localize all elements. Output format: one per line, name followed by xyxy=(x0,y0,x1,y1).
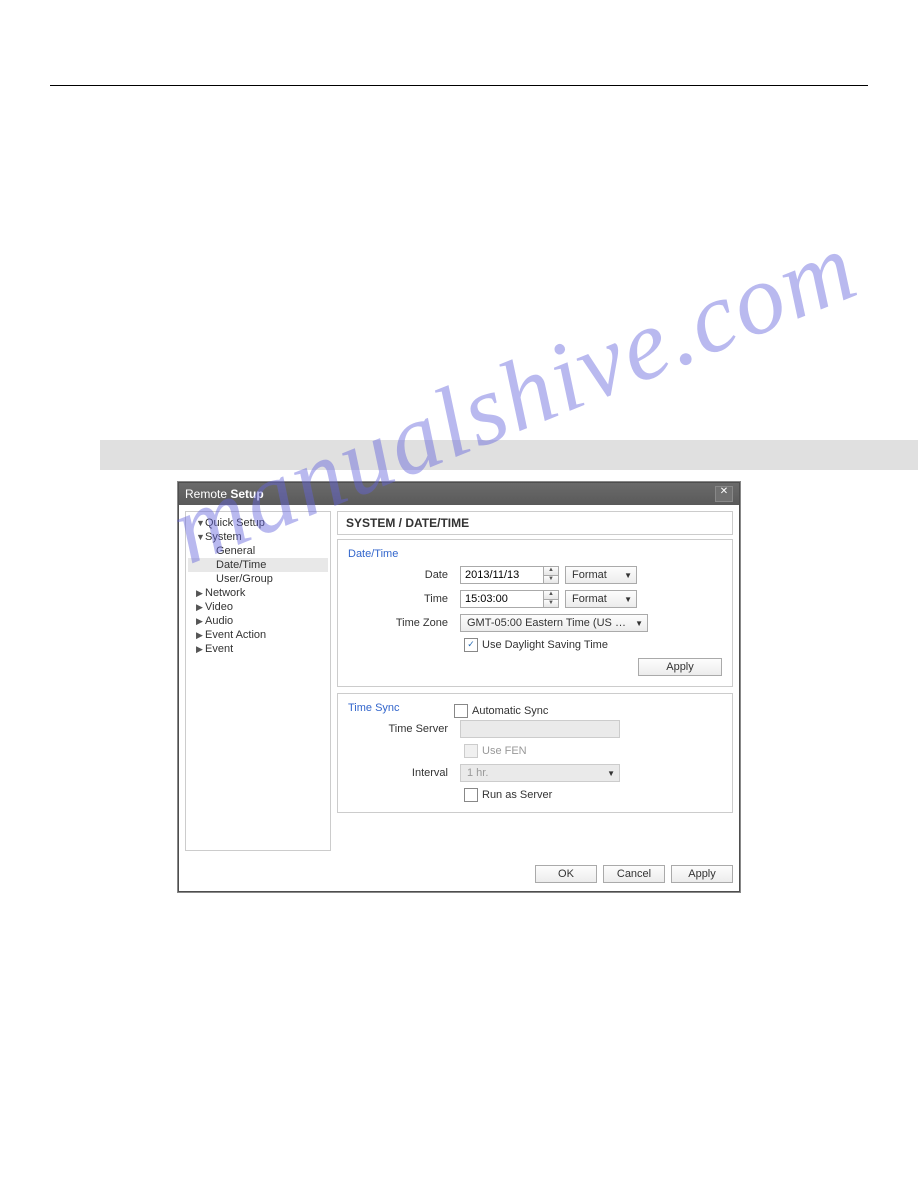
dialog-footer: OK Cancel Apply xyxy=(179,857,739,891)
dst-checkbox[interactable]: ✓ Use Daylight Saving Time xyxy=(464,638,608,652)
dialog-title: Remote Setup xyxy=(185,487,264,501)
titlebar: Remote Setup ✕ xyxy=(179,483,739,505)
sidebar-item-system[interactable]: ▼System xyxy=(188,530,328,544)
spin-up-icon[interactable]: ▲ xyxy=(544,591,558,600)
automatic-sync-checkbox[interactable]: Automatic Sync xyxy=(454,702,548,720)
sidebar-label: Event Action xyxy=(205,629,266,641)
timesync-legend: Time Sync xyxy=(348,702,454,720)
sidebar-label: Network xyxy=(205,587,245,599)
sidebar-label: Video xyxy=(205,601,233,613)
timezone-label: Time Zone xyxy=(348,617,454,629)
date-label: Date xyxy=(348,569,454,581)
sidebar-item-general[interactable]: General xyxy=(188,544,328,558)
sidebar-label: General xyxy=(216,545,255,557)
checkbox-label: Run as Server xyxy=(482,789,552,801)
sidebar-item-usergroup[interactable]: User/Group xyxy=(188,572,328,586)
checkbox-icon xyxy=(454,704,468,718)
datetime-apply-button[interactable]: Apply xyxy=(638,658,722,676)
interval-select: 1 hr. ▼ xyxy=(460,764,620,782)
ok-button[interactable]: OK xyxy=(535,865,597,883)
sidebar-label: Audio xyxy=(205,615,233,627)
triangle-right-icon: ▶ xyxy=(196,630,205,641)
time-label: Time xyxy=(348,593,454,605)
title-plain: Remote xyxy=(185,487,230,501)
cancel-button[interactable]: Cancel xyxy=(603,865,665,883)
sidebar-item-video[interactable]: ▶Video xyxy=(188,600,328,614)
remote-setup-dialog: Remote Setup ✕ ▼Quick Setup ▼System Gene… xyxy=(178,482,740,892)
timezone-select[interactable]: GMT-05:00 Eastern Time (US & Canada) ▼ xyxy=(460,614,648,632)
checkbox-label: Automatic Sync xyxy=(472,705,548,717)
sidebar-item-datetime[interactable]: Date/Time xyxy=(188,558,328,572)
triangle-right-icon: ▶ xyxy=(196,588,205,599)
chevron-down-icon: ▼ xyxy=(622,595,634,604)
chevron-down-icon: ▼ xyxy=(633,619,645,628)
select-value: Format xyxy=(572,593,607,605)
triangle-right-icon: ▶ xyxy=(196,602,205,613)
triangle-right-icon: ▶ xyxy=(196,616,205,627)
spin-down-icon[interactable]: ▼ xyxy=(544,600,558,608)
checkbox-icon xyxy=(464,744,478,758)
triangle-down-icon: ▼ xyxy=(196,518,205,528)
sidebar-label: User/Group xyxy=(216,573,273,585)
sidebar-item-audio[interactable]: ▶Audio xyxy=(188,614,328,628)
use-fen-checkbox: Use FEN xyxy=(464,744,527,758)
section-header: SYSTEM / DATE/TIME xyxy=(337,511,733,535)
sidebar-item-event[interactable]: ▶Event xyxy=(188,642,328,656)
select-value: GMT-05:00 Eastern Time (US & Canada) xyxy=(467,617,633,629)
interval-label: Interval xyxy=(348,767,454,779)
close-button[interactable]: ✕ xyxy=(715,486,733,502)
chevron-down-icon: ▼ xyxy=(605,769,617,778)
sidebar-label: Date/Time xyxy=(216,559,266,571)
date-field[interactable] xyxy=(461,567,543,583)
spin-down-icon[interactable]: ▼ xyxy=(544,576,558,584)
checkbox-label: Use FEN xyxy=(482,745,527,757)
sidebar-item-quick-setup[interactable]: ▼Quick Setup xyxy=(188,516,328,530)
sidebar-item-network[interactable]: ▶Network xyxy=(188,586,328,600)
select-value: Format xyxy=(572,569,607,581)
select-value: 1 hr. xyxy=(467,767,488,779)
nav-tree: ▼Quick Setup ▼System General Date/Time U… xyxy=(185,511,331,851)
timeserver-label: Time Server xyxy=(348,723,454,735)
datetime-legend: Date/Time xyxy=(348,548,722,566)
sidebar-label: Quick Setup xyxy=(205,517,265,529)
chevron-down-icon: ▼ xyxy=(622,571,634,580)
apply-button[interactable]: Apply xyxy=(671,865,733,883)
sidebar-label: Event xyxy=(205,643,233,655)
datetime-group: Date/Time Date ▲▼ Format ▼ Time xyxy=(337,539,733,687)
time-field[interactable] xyxy=(461,591,543,607)
time-input[interactable]: ▲▼ xyxy=(460,590,559,608)
checkbox-icon: ✓ xyxy=(464,638,478,652)
sidebar-item-event-action[interactable]: ▶Event Action xyxy=(188,628,328,642)
checkbox-icon xyxy=(464,788,478,802)
title-bold: Setup xyxy=(230,487,263,501)
time-format-select[interactable]: Format ▼ xyxy=(565,590,637,608)
timesync-group: Time Sync Automatic Sync Time Server Use… xyxy=(337,693,733,813)
sidebar-label: System xyxy=(205,531,242,543)
timeserver-input[interactable] xyxy=(460,720,620,738)
run-as-server-checkbox[interactable]: Run as Server xyxy=(464,788,552,802)
date-input[interactable]: ▲▼ xyxy=(460,566,559,584)
triangle-down-icon: ▼ xyxy=(196,532,205,542)
triangle-right-icon: ▶ xyxy=(196,644,205,655)
checkbox-label: Use Daylight Saving Time xyxy=(482,639,608,651)
date-format-select[interactable]: Format ▼ xyxy=(565,566,637,584)
spin-up-icon[interactable]: ▲ xyxy=(544,567,558,576)
